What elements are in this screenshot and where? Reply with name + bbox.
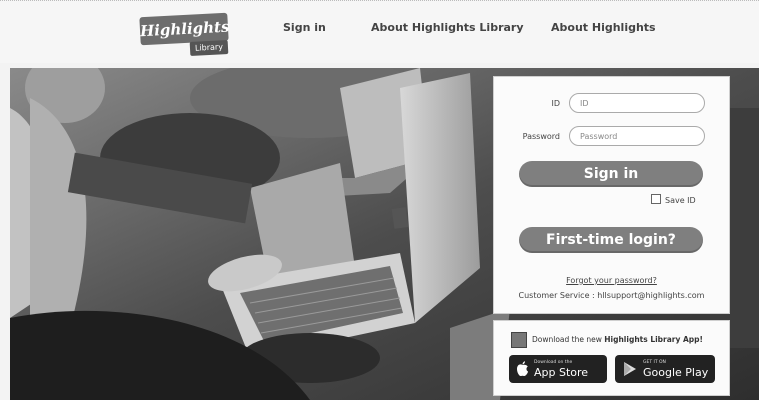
app-store-button[interactable]: Download on the App Store bbox=[509, 355, 607, 383]
app-promo-text: Download the new Highlights Library App! bbox=[532, 335, 703, 344]
customer-service-text: Customer Service : hllsupport@highlights… bbox=[518, 291, 705, 300]
google-play-button[interactable]: GET IT ON Google Play bbox=[615, 355, 715, 383]
apple-icon bbox=[517, 361, 528, 377]
app-download-card: Download the new Highlights Library App!… bbox=[493, 320, 730, 396]
app-store-small-text: Download on the bbox=[534, 360, 573, 365]
first-time-login-button[interactable]: First-time login? bbox=[519, 227, 703, 253]
google-play-small-text: GET IT ON bbox=[643, 360, 666, 365]
checkbox-box[interactable] bbox=[651, 194, 661, 204]
app-promo-prefix: Download the new bbox=[532, 335, 605, 344]
forgot-password-link[interactable]: Forgot your password? bbox=[494, 276, 729, 285]
site-header: Highlights Library Sign in About Highlig… bbox=[0, 0, 759, 63]
password-input[interactable] bbox=[569, 126, 705, 146]
password-label: Password bbox=[522, 132, 560, 141]
nav-about-highlights[interactable]: About Highlights bbox=[551, 21, 656, 34]
nav-sign-in[interactable]: Sign in bbox=[283, 21, 326, 34]
app-icon bbox=[511, 332, 527, 348]
logo-subtitle: Library bbox=[189, 40, 229, 56]
save-id-label: Save ID bbox=[665, 196, 696, 205]
sign-in-button[interactable]: Sign in bbox=[519, 161, 703, 187]
google-play-label: Google Play bbox=[643, 366, 709, 379]
app-promo-name: Highlights Library App! bbox=[604, 335, 703, 344]
save-id-checkbox[interactable]: Save ID bbox=[651, 194, 696, 205]
login-card: ID Password Sign in Save ID First-time l… bbox=[493, 76, 730, 314]
id-label: ID bbox=[551, 99, 560, 108]
app-store-label: App Store bbox=[534, 366, 589, 379]
google-play-icon bbox=[624, 362, 636, 376]
id-input[interactable] bbox=[569, 93, 705, 113]
nav-about-highlights-library[interactable]: About Highlights Library bbox=[371, 21, 524, 34]
highlights-library-logo[interactable]: Highlights Library bbox=[139, 12, 232, 57]
